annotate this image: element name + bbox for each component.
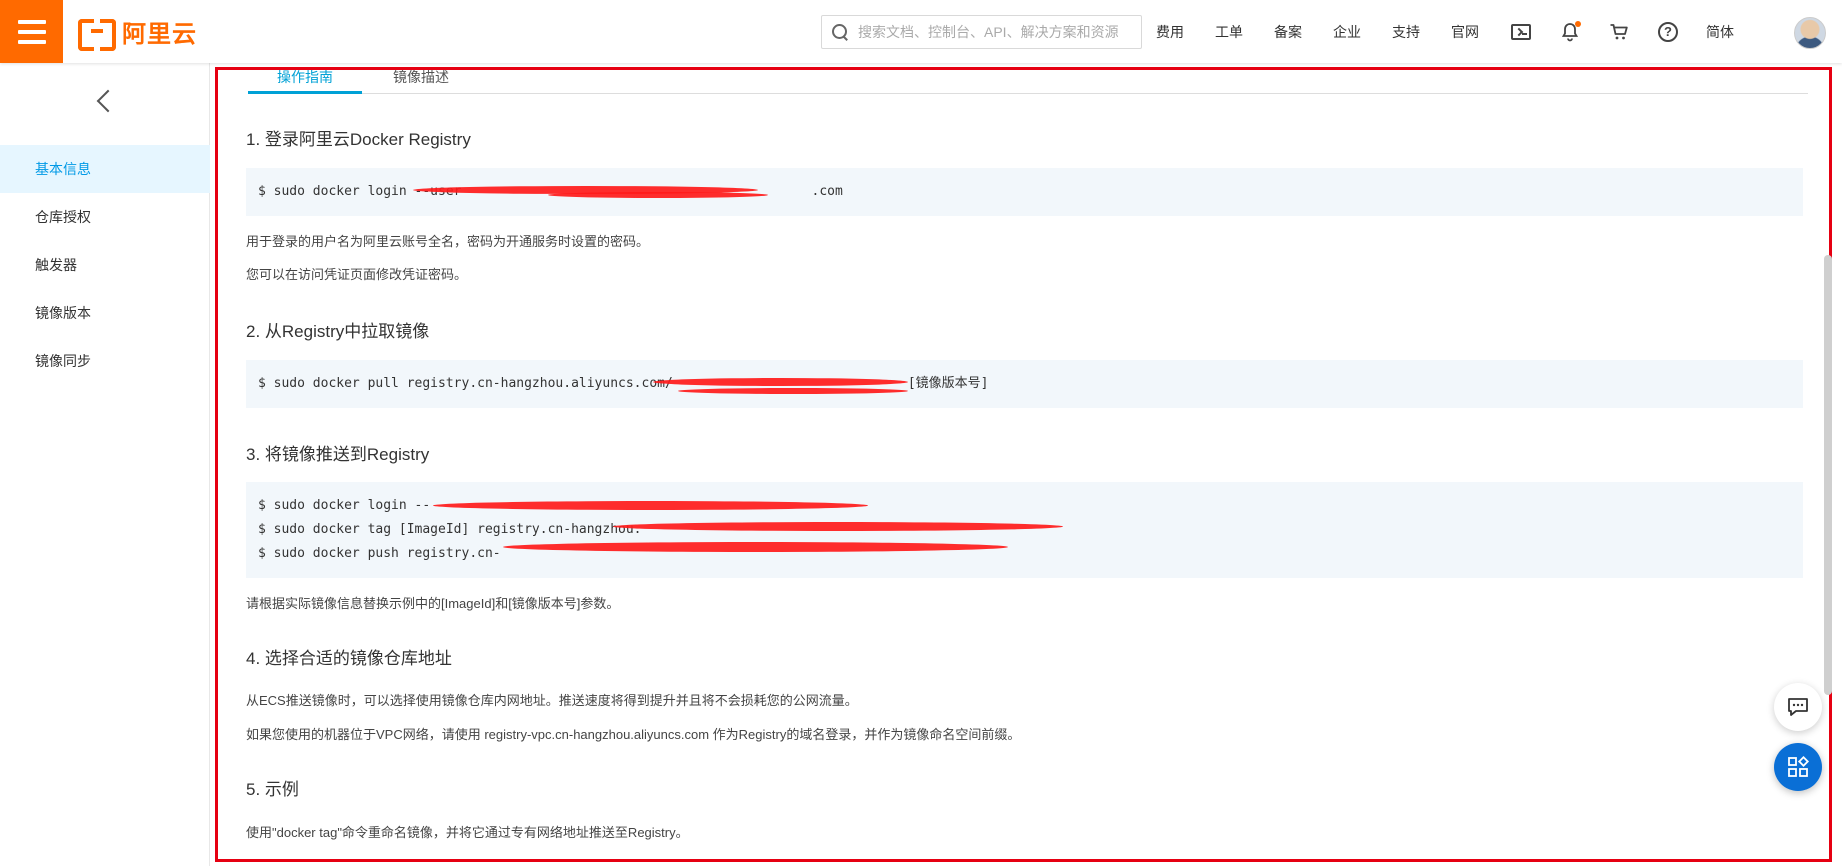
sidebar-item-image-sync[interactable]: 镜像同步 xyxy=(0,337,210,385)
code-block-pull: $ sudo docker pull registry.cn-hangzhou.… xyxy=(246,360,1803,408)
bell-icon[interactable] xyxy=(1559,20,1581,43)
top-bar: 阿里云 费用 工单 备案 企业 支持 官网 ? 简体 xyxy=(0,0,1842,63)
section-1-note-2: 您可以在访问凭证页面修改凭证密码。 xyxy=(246,267,468,282)
back-chevron-icon[interactable] xyxy=(92,88,118,114)
chat-icon[interactable] xyxy=(1774,683,1822,731)
sidebar: 基本信息 仓库授权 触发器 镜像版本 镜像同步 xyxy=(0,63,210,866)
code-push-push: $ sudo docker push registry.cn- xyxy=(258,546,501,561)
nav-ticket[interactable]: 工单 xyxy=(1215,22,1243,42)
tab-image-description[interactable]: 镜像描述 xyxy=(393,70,449,94)
redaction-mark xyxy=(613,522,1063,531)
section-2-title: 2. 从Registry中拉取镜像 xyxy=(246,322,430,341)
terminal-icon[interactable] xyxy=(1510,21,1532,43)
apps-icon[interactable] xyxy=(1774,743,1822,791)
section-4-title: 4. 选择合适的镜像仓库地址 xyxy=(246,649,452,668)
logo-mark-icon xyxy=(78,19,116,51)
search-box[interactable] xyxy=(821,15,1142,49)
language-switch[interactable]: 简体 xyxy=(1706,22,1734,42)
scrollbar-thumb[interactable] xyxy=(1824,255,1832,695)
help-icon[interactable]: ? xyxy=(1657,21,1679,43)
nav-official-site[interactable]: 官网 xyxy=(1451,22,1479,42)
cart-icon[interactable] xyxy=(1608,21,1630,43)
section-5-title: 5. 示例 xyxy=(246,780,299,799)
logo-text: 阿里云 xyxy=(122,20,197,48)
redaction-mark xyxy=(653,378,908,386)
tab-bar: 操作指南 镜像描述 xyxy=(248,70,1808,94)
logo[interactable]: 阿里云 xyxy=(78,14,197,51)
section-1-note-1: 用于登录的用户名为阿里云账号全名，密码为开通服务时设置的密码。 xyxy=(246,234,650,249)
section-5-note: 使用"docker tag"命令重命名镜像，并将它通过专有网络地址推送至Regi… xyxy=(246,825,689,840)
section-4-note-1: 从ECS推送镜像时，可以选择使用镜像仓库内网地址。推送速度将得到提升并且将不会损… xyxy=(246,693,858,708)
redaction-mark xyxy=(503,542,1008,552)
sidebar-item-repo-auth[interactable]: 仓库授权 xyxy=(0,193,210,241)
menu-icon[interactable] xyxy=(0,0,63,63)
code-pull-prefix: $ sudo docker pull registry.cn-hangzhou.… xyxy=(258,376,673,391)
search-input[interactable] xyxy=(858,24,1128,40)
section-3-title: 3. 将镜像推送到Registry xyxy=(246,445,430,464)
tab-guide[interactable]: 操作指南 xyxy=(248,70,362,94)
nav-enterprise[interactable]: 企业 xyxy=(1333,22,1361,42)
sidebar-item-triggers[interactable]: 触发器 xyxy=(0,241,210,289)
redaction-mark xyxy=(548,192,768,198)
redaction-mark xyxy=(678,388,908,394)
code-push-tag: $ sudo docker tag [ImageId] registry.cn-… xyxy=(258,522,642,537)
guide-panel: 操作指南 镜像描述 1. 登录阿里云Docker Registry $ sudo… xyxy=(215,67,1832,862)
notification-dot xyxy=(1575,20,1581,27)
section-3-note: 请根据实际镜像信息替换示例中的[ImageId]和[镜像版本号]参数。 xyxy=(246,596,620,611)
nav-fee[interactable]: 费用 xyxy=(1156,22,1184,42)
code-pull-suffix: [镜像版本号] xyxy=(907,376,989,391)
code-block-push: $ sudo docker login -- $ sudo docker tag… xyxy=(246,482,1803,578)
avatar[interactable] xyxy=(1794,17,1826,49)
code-login-suffix: .com xyxy=(811,184,843,199)
redaction-mark xyxy=(433,501,868,510)
nav-support[interactable]: 支持 xyxy=(1392,22,1420,42)
section-1-title: 1. 登录阿里云Docker Registry xyxy=(246,130,471,149)
nav-icp[interactable]: 备案 xyxy=(1274,22,1302,42)
section-4-note-2: 如果您使用的机器位于VPC网络，请使用 registry-vpc.cn-hang… xyxy=(246,727,1021,742)
search-icon xyxy=(832,24,848,40)
top-nav: 费用 工单 备案 企业 支持 官网 ? 简体 xyxy=(1156,0,1765,63)
sidebar-item-basic-info[interactable]: 基本信息 xyxy=(0,145,210,193)
sidebar-item-image-versions[interactable]: 镜像版本 xyxy=(0,289,210,337)
code-push-login: $ sudo docker login -- xyxy=(258,498,431,513)
